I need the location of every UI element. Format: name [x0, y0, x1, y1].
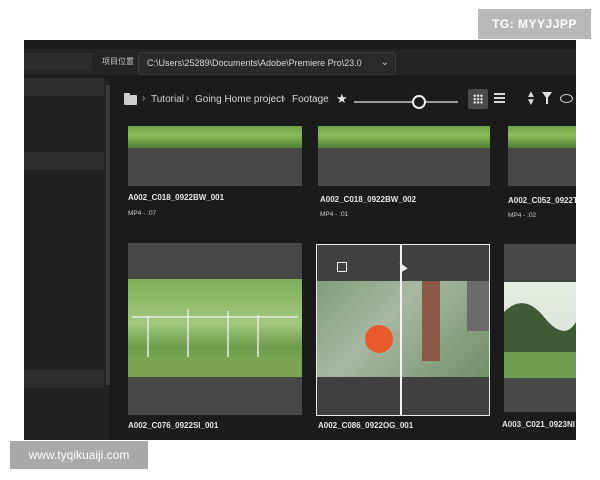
project-path-dropdown[interactable]: C:\Users\25289\Documents\Adobe\Premiere … — [138, 52, 396, 75]
left-panel-row[interactable] — [24, 78, 104, 96]
clip-frame-graphic — [504, 303, 576, 378]
watermark-top: TG: MYYJJPP — [478, 9, 591, 39]
clip-name: A003_C021_0923NI — [502, 420, 575, 429]
breadcrumb: › Tutorial › Going Home project › Footag… — [120, 88, 576, 114]
clip-name: A002_C018_0922BW_002 — [320, 195, 417, 204]
zoom-slider[interactable] — [354, 101, 458, 103]
clip-name: A002_C076_0922SI_001 — [128, 421, 219, 430]
list-view-icon[interactable] — [494, 93, 505, 103]
clip-thumbnail[interactable] — [128, 126, 302, 186]
filter-icon[interactable] — [542, 92, 552, 104]
goal-net-graphic — [128, 309, 302, 377]
grid-view-icon — [473, 94, 483, 104]
left-field[interactable] — [24, 53, 92, 71]
left-panel-row[interactable] — [24, 152, 104, 170]
zoom-slider-handle[interactable] — [412, 95, 426, 109]
breadcrumb-tutorial[interactable]: Tutorial — [151, 94, 184, 105]
clip-name: A002_C052_0922T — [508, 196, 576, 205]
clip-name: A002_C086_0922OG_001 — [318, 421, 414, 430]
clip-thumbnail[interactable] — [508, 126, 576, 186]
chevron-right-icon: › — [186, 93, 190, 104]
clip-thumbnail[interactable] — [318, 126, 490, 186]
panel-scrollbar[interactable] — [106, 85, 110, 385]
project-location-label: 项目位置 — [102, 57, 134, 66]
watermark-bottom: www.tyqikuaiji.com — [10, 441, 148, 469]
breadcrumb-going-home-project[interactable]: Going Home project — [195, 94, 284, 105]
left-panel-area — [24, 174, 104, 364]
premiere-project-panel: 项目位置 C:\Users\25289\Documents\Adobe\Prem… — [24, 40, 576, 440]
chevron-down-icon: ⌄ — [380, 57, 389, 68]
left-panel — [24, 78, 110, 440]
clip-meta: MP4 - :07 — [128, 210, 157, 217]
clip-thumbnail[interactable] — [128, 243, 302, 415]
folder-icon[interactable] — [124, 93, 137, 105]
clip-meta: MP4 - :01 — [320, 211, 349, 218]
grid-view-button[interactable] — [468, 89, 488, 109]
chevron-right-icon: › — [142, 93, 146, 104]
clip-meta: MP4 - :02 — [508, 212, 537, 219]
left-panel-row[interactable] — [24, 370, 104, 388]
sort-icon[interactable]: ▲ ▼ — [526, 90, 536, 108]
star-icon[interactable]: ★ — [336, 91, 348, 107]
breadcrumb-footage[interactable]: Footage — [292, 94, 329, 105]
chevron-right-icon: › — [282, 93, 286, 104]
select-checkbox[interactable] — [337, 262, 347, 272]
clip-thumbnail[interactable] — [504, 244, 576, 412]
project-path-text: C:\Users\25289\Documents\Adobe\Premiere … — [147, 58, 362, 68]
clip-name: A002_C018_0922BW_001 — [128, 193, 225, 202]
eye-icon[interactable] — [560, 94, 573, 103]
clip-frame-graphic — [365, 281, 489, 361]
